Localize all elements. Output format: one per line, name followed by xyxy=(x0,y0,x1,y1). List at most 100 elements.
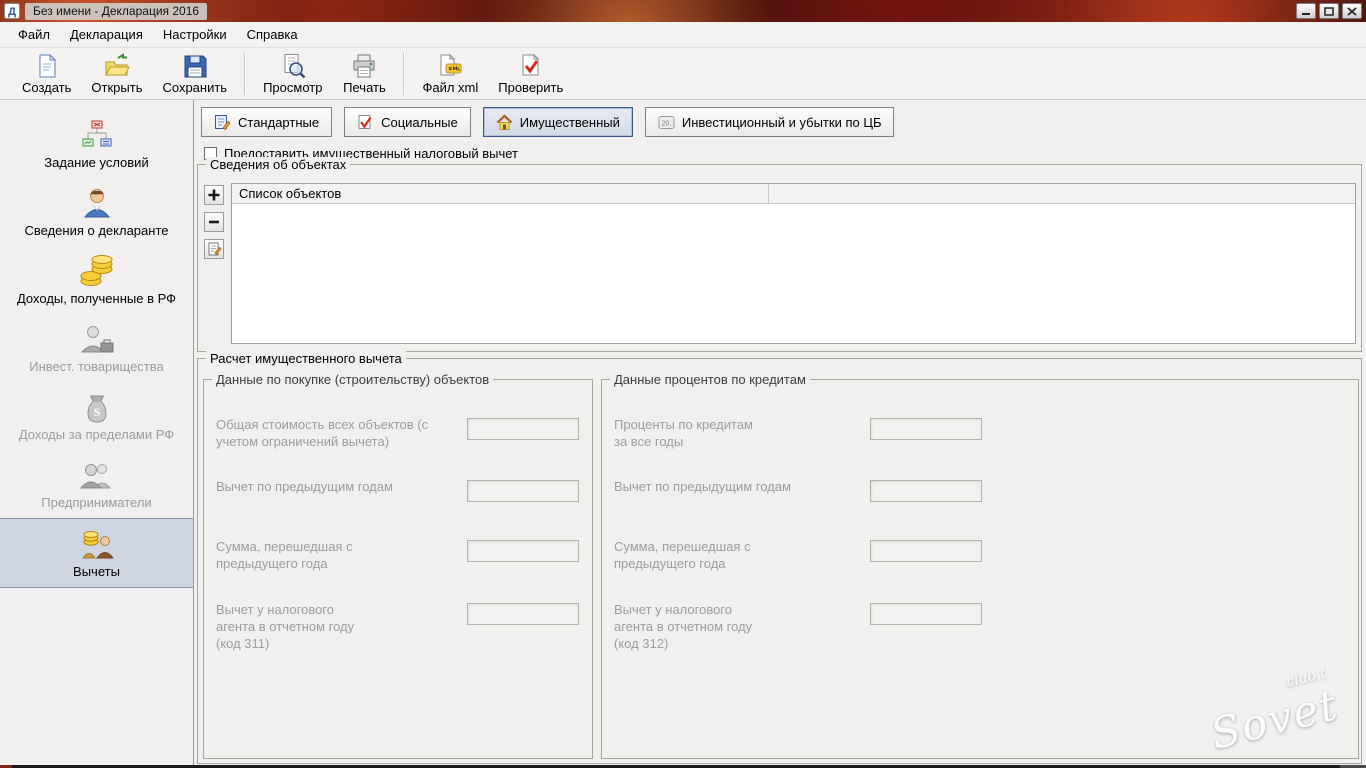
credit-carryover-sum-label: Сумма, перешедшая с предыдущего года xyxy=(614,539,751,571)
tab-label: Инвестиционный и убытки по ЦБ xyxy=(681,114,882,130)
total-cost-input[interactable] xyxy=(467,418,579,440)
tab-label: Имущественный xyxy=(519,114,620,130)
sidebar: Задание условий Сведения о декларанте До… xyxy=(0,100,194,765)
objects-list-header-secondary[interactable] xyxy=(769,184,1355,203)
open-folder-icon xyxy=(104,52,130,79)
field-row: Общая стоимость всех объектов (с учетом … xyxy=(216,416,582,472)
create-button[interactable]: Создать xyxy=(12,50,81,98)
credit-prior-years-deduction-label: Вычет по предыдущим годам xyxy=(614,479,791,494)
menu-settings[interactable]: Настройки xyxy=(153,24,237,45)
tab-bar: Стандартные Социальные Имущественный 20,… xyxy=(201,107,895,137)
credit-interest-input[interactable] xyxy=(870,418,982,440)
titlebar: Д Без имени - Декларация 2016 xyxy=(0,0,1366,22)
open-button-label: Открыть xyxy=(91,79,143,95)
objects-list-body[interactable] xyxy=(232,204,1355,343)
svg-text:Д: Д xyxy=(8,6,16,18)
credit-interest-group: Данные процентов по кредитам Проценты по… xyxy=(601,372,1359,759)
sidebar-item-label: Вычеты xyxy=(73,564,120,579)
tab-standard[interactable]: Стандартные xyxy=(201,107,333,137)
prior-years-deduction-label: Вычет по предыдущим годам xyxy=(216,479,393,494)
app-icon: Д xyxy=(4,3,20,19)
objects-toolbar xyxy=(204,185,224,259)
objects-list-header-row: Список объектов xyxy=(232,184,1355,204)
declarant-icon xyxy=(80,186,114,220)
agent-deduction-312-input[interactable] xyxy=(870,603,982,625)
tab-label: Социальные xyxy=(381,114,458,130)
total-cost-label: Общая стоимость всех объектов (с учетом … xyxy=(216,417,429,449)
print-button[interactable]: Печать xyxy=(332,50,396,98)
conditions-icon xyxy=(80,118,114,152)
credit-interest-title: Данные процентов по кредитам xyxy=(610,372,810,387)
invest-partnership-icon xyxy=(79,322,115,356)
xml-file-icon xyxy=(437,53,463,79)
tab-investment[interactable]: 20, Инвестиционный и убытки по ЦБ xyxy=(644,107,895,137)
field-row: Вычет у налогового агента в отчетном год… xyxy=(216,601,582,657)
print-button-label: Печать xyxy=(343,79,386,95)
window-controls xyxy=(1293,3,1362,19)
agent-deduction-311-input[interactable] xyxy=(467,603,579,625)
sidebar-item-invest-partnership: Инвест. товарищества xyxy=(0,314,193,382)
print-preview-icon xyxy=(280,53,306,79)
tab-property[interactable]: Имущественный xyxy=(482,107,633,137)
credit-prior-years-deduction-input[interactable] xyxy=(870,480,982,502)
preview-button-label: Просмотр xyxy=(263,79,323,95)
field-row: Вычет по предыдущим годам xyxy=(614,478,1348,534)
menu-help[interactable]: Справка xyxy=(237,24,308,45)
new-document-icon xyxy=(34,53,60,79)
standard-deductions-icon xyxy=(214,114,231,131)
check-button[interactable]: Проверить xyxy=(488,50,573,98)
sidebar-item-deductions[interactable]: Вычеты xyxy=(0,518,193,588)
deduction-calc-group: Расчет имущественного вычета Данные по п… xyxy=(197,351,1362,764)
maximize-button[interactable] xyxy=(1319,3,1339,19)
remove-object-button[interactable] xyxy=(204,212,224,232)
prior-years-deduction-input[interactable] xyxy=(467,480,579,502)
toolbar-separator xyxy=(244,52,247,95)
menu-file[interactable]: Файл xyxy=(8,24,60,45)
xml-button[interactable]: Файл xml xyxy=(412,50,488,98)
check-document-icon xyxy=(518,53,544,79)
create-button-label: Создать xyxy=(22,79,72,95)
coins-icon xyxy=(78,254,116,288)
sidebar-item-label: Инвест. товарищества xyxy=(29,359,164,374)
credit-carryover-sum-input[interactable] xyxy=(870,540,982,562)
close-button[interactable] xyxy=(1342,3,1362,19)
save-floppy-icon xyxy=(182,53,208,79)
agent-deduction-311-label: Вычет у налогового агента в отчетном год… xyxy=(216,602,355,651)
social-deductions-icon xyxy=(357,114,374,131)
tab-label: Стандартные xyxy=(238,114,320,130)
preview-button[interactable]: Просмотр xyxy=(253,50,332,98)
objects-list: Список объектов xyxy=(231,183,1356,344)
deductions-icon xyxy=(79,527,115,561)
edit-object-button[interactable] xyxy=(204,239,224,259)
field-row: Проценты по кредитам за все годы xyxy=(614,416,1348,472)
entrepreneurs-icon xyxy=(79,458,115,492)
sidebar-item-label: Предприниматели xyxy=(41,495,152,510)
titlebar-left: Д Без имени - Декларация 2016 xyxy=(4,2,208,20)
field-row: Вычет у налогового агента в отчетном год… xyxy=(614,601,1348,657)
sidebar-item-incomes-rf[interactable]: Доходы, полученные в РФ xyxy=(0,246,193,314)
purchase-data-group: Данные по покупке (строительству) объект… xyxy=(203,372,593,759)
svg-text:S: S xyxy=(93,405,100,419)
money-bag-icon: S xyxy=(80,390,114,424)
window-title: Без имени - Декларация 2016 xyxy=(25,2,208,20)
check-button-label: Проверить xyxy=(498,79,564,95)
minimize-button[interactable] xyxy=(1296,3,1316,19)
deduction-calc-title: Расчет имущественного вычета xyxy=(206,351,406,366)
sidebar-item-declarant[interactable]: Сведения о декларанте xyxy=(0,178,193,246)
carryover-sum-label: Сумма, перешедшая с предыдущего года xyxy=(216,539,353,571)
toolbar-separator xyxy=(403,52,406,95)
tab-social[interactable]: Социальные xyxy=(344,107,471,137)
open-button[interactable]: Открыть xyxy=(81,50,152,98)
field-row: Сумма, перешедшая с предыдущего года xyxy=(614,538,1348,594)
carryover-sum-input[interactable] xyxy=(467,540,579,562)
printer-icon xyxy=(351,53,377,79)
save-button[interactable]: Сохранить xyxy=(152,50,237,98)
field-row: Сумма, перешедшая с предыдущего года xyxy=(216,538,582,594)
add-object-button[interactable] xyxy=(204,185,224,205)
sidebar-item-incomes-abroad: S Доходы за пределами РФ xyxy=(0,382,193,450)
menu-declaration[interactable]: Декларация xyxy=(60,24,153,45)
sidebar-item-conditions[interactable]: Задание условий xyxy=(0,110,193,178)
xml-button-label: Файл xml xyxy=(422,79,479,95)
toolbar: Создать Открыть Сохранить Просмотр Печат… xyxy=(0,48,1366,100)
objects-list-header[interactable]: Список объектов xyxy=(232,184,769,203)
